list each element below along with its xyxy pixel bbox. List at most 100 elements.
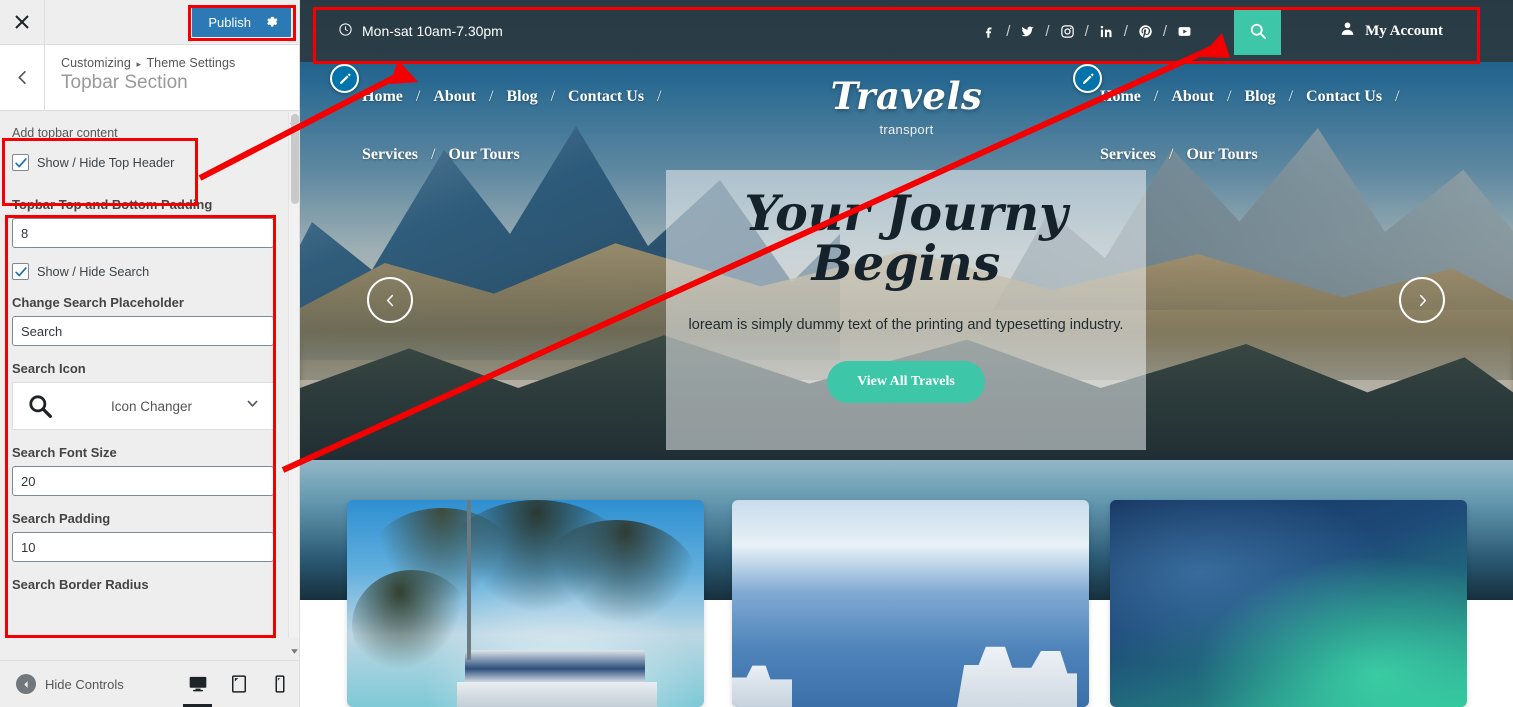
nav-item-blog[interactable]: Blog [1244,88,1275,106]
publish-label: Publish [208,14,251,30]
customizer-body: Add topbar content Show / Hide Top Heade… [0,112,299,660]
nav-separator: / [550,88,556,105]
edit-pencil-right[interactable] [1073,64,1102,93]
customizer-footer: Hide Controls [0,660,299,707]
nav-item-contact-us[interactable]: Contact Us [1306,88,1382,106]
chevron-down-icon[interactable] [246,397,259,415]
nav-item-our-tours[interactable]: Our Tours [448,146,519,164]
carousel-prev-button[interactable] [367,277,413,323]
pinterest-icon[interactable] [1138,24,1153,39]
control-show-hide-search: Show / Hide Search [12,263,274,280]
close-customizer-button[interactable] [0,0,45,44]
customizer-titles: Customizing ▸ Theme Settings Topbar Sect… [45,45,235,110]
customizer-header: Customizing ▸ Theme Settings Topbar Sect… [0,45,299,111]
customizer-scrollbar[interactable] [288,112,299,638]
nav-item-home[interactable]: Home [1100,88,1141,106]
nav-right-row-2: Services / Our Tours [1100,146,1400,164]
search-placeholder-input[interactable] [12,316,274,346]
nav-item-our-tours[interactable]: Our Tours [1186,146,1257,164]
customizer-panel: Publish Customizing ▸ Theme Settings Top… [0,0,300,707]
nav-item-home[interactable]: Home [362,88,403,106]
business-hours: Mon-sat 10am-7.30pm [338,22,503,40]
nav-right-row-1: Home / About / Blog / Contact Us / [1100,88,1400,106]
view-all-travels-button[interactable]: View All Travels [827,360,985,403]
linkedin-icon[interactable] [1099,24,1114,39]
nav-left: Home / About / Blog / Contact Us / Servi… [362,88,662,164]
topbar-padding-input[interactable] [12,218,274,248]
social-separator: / [1084,22,1089,40]
nav-item-services[interactable]: Services [1100,146,1156,164]
mobile-icon [275,675,284,693]
card-palm-beach[interactable] [347,500,704,707]
nav-separator: / [1168,146,1174,163]
facebook-icon[interactable] [981,24,996,39]
carousel-next-button[interactable] [1399,277,1445,323]
nav-item-about[interactable]: About [433,88,476,106]
social-separator: / [1123,22,1128,40]
search-icon-picker[interactable]: Icon Changer [12,382,274,430]
control-search-border-radius: Search Border Radius [12,577,274,592]
nav-separator: / [657,88,662,105]
nav-item-services[interactable]: Services [362,146,418,164]
device-tablet-button[interactable] [218,661,259,707]
hero-content-box: Your Journy Begins loream is simply dumm… [666,170,1146,450]
show-hide-top-header-row[interactable]: Show / Hide Top Header [12,154,274,171]
clock-icon [338,22,353,40]
customizer-topbar: Publish [0,0,299,45]
nav-item-about[interactable]: About [1171,88,1214,106]
chevron-left-icon [386,294,393,306]
pencil-icon [1082,73,1093,84]
hide-controls-button[interactable]: Hide Controls [0,674,124,694]
edit-pencil-left[interactable] [330,64,359,93]
my-account-label: My Account [1365,22,1443,39]
nav-separator: / [1288,88,1294,105]
icon-changer-label: Icon Changer [110,398,193,414]
scroll-down-arrow-icon[interactable] [288,644,299,658]
show-hide-search-checkbox[interactable] [12,263,29,280]
show-hide-top-header-checkbox[interactable] [12,154,29,171]
controls-scroll-area: Add topbar content Show / Hide Top Heade… [0,112,288,660]
youtube-icon[interactable] [1177,24,1192,39]
publish-button[interactable]: Publish [192,7,291,37]
hero-subtitle: loream is simply dummy text of the print… [688,316,1124,333]
instagram-icon[interactable] [1060,24,1075,39]
card-coastal-sea[interactable] [732,500,1089,707]
search-font-size-label: Search Font Size [12,445,117,460]
scrollbar-thumb[interactable] [291,114,299,204]
chevron-right-icon [1419,294,1426,306]
card-aurora[interactable] [1110,500,1467,707]
nav-left-row-2: Services / Our Tours [362,146,662,164]
twitter-icon[interactable] [1020,24,1035,39]
gear-icon[interactable] [265,15,279,29]
topbar-search-button[interactable] [1234,7,1282,55]
close-icon [15,15,29,29]
topbar-padding-label: Topbar Top and Bottom Padding [12,197,213,212]
nav-item-contact-us[interactable]: Contact Us [568,88,644,106]
nav-separator: / [1395,88,1400,105]
hero-title-line-1: Your Journy [744,184,1068,242]
control-search-padding: Search Padding [12,511,274,562]
coastal-buildings [957,646,1077,707]
device-desktop-button[interactable] [177,661,218,707]
pencil-icon [339,73,350,84]
search-font-size-input[interactable] [12,466,274,496]
breadcrumb-root[interactable]: Customizing [61,56,131,70]
page-title: Topbar Section [61,72,188,93]
tablet-icon [231,675,246,693]
nav-separator: / [489,88,494,105]
back-button[interactable] [0,45,45,110]
chevron-left-icon [17,71,26,84]
breadcrumb-parent[interactable]: Theme Settings [146,56,235,70]
coastal-buildings-left [732,665,792,707]
device-mobile-button[interactable] [259,661,299,707]
nav-item-blog[interactable]: Blog [506,88,537,106]
my-account-link[interactable]: My Account [1339,20,1443,42]
business-hours-text: Mon-sat 10am-7.30pm [362,23,503,39]
social-separator: / [1006,22,1011,40]
breadcrumb-separator: ▸ [136,59,142,69]
control-add-topbar-content: Add topbar content Show / Hide Top Heade… [12,126,274,171]
search-padding-input[interactable] [12,532,274,562]
show-hide-search-row[interactable]: Show / Hide Search [12,263,274,280]
hide-controls-label: Hide Controls [45,676,124,692]
